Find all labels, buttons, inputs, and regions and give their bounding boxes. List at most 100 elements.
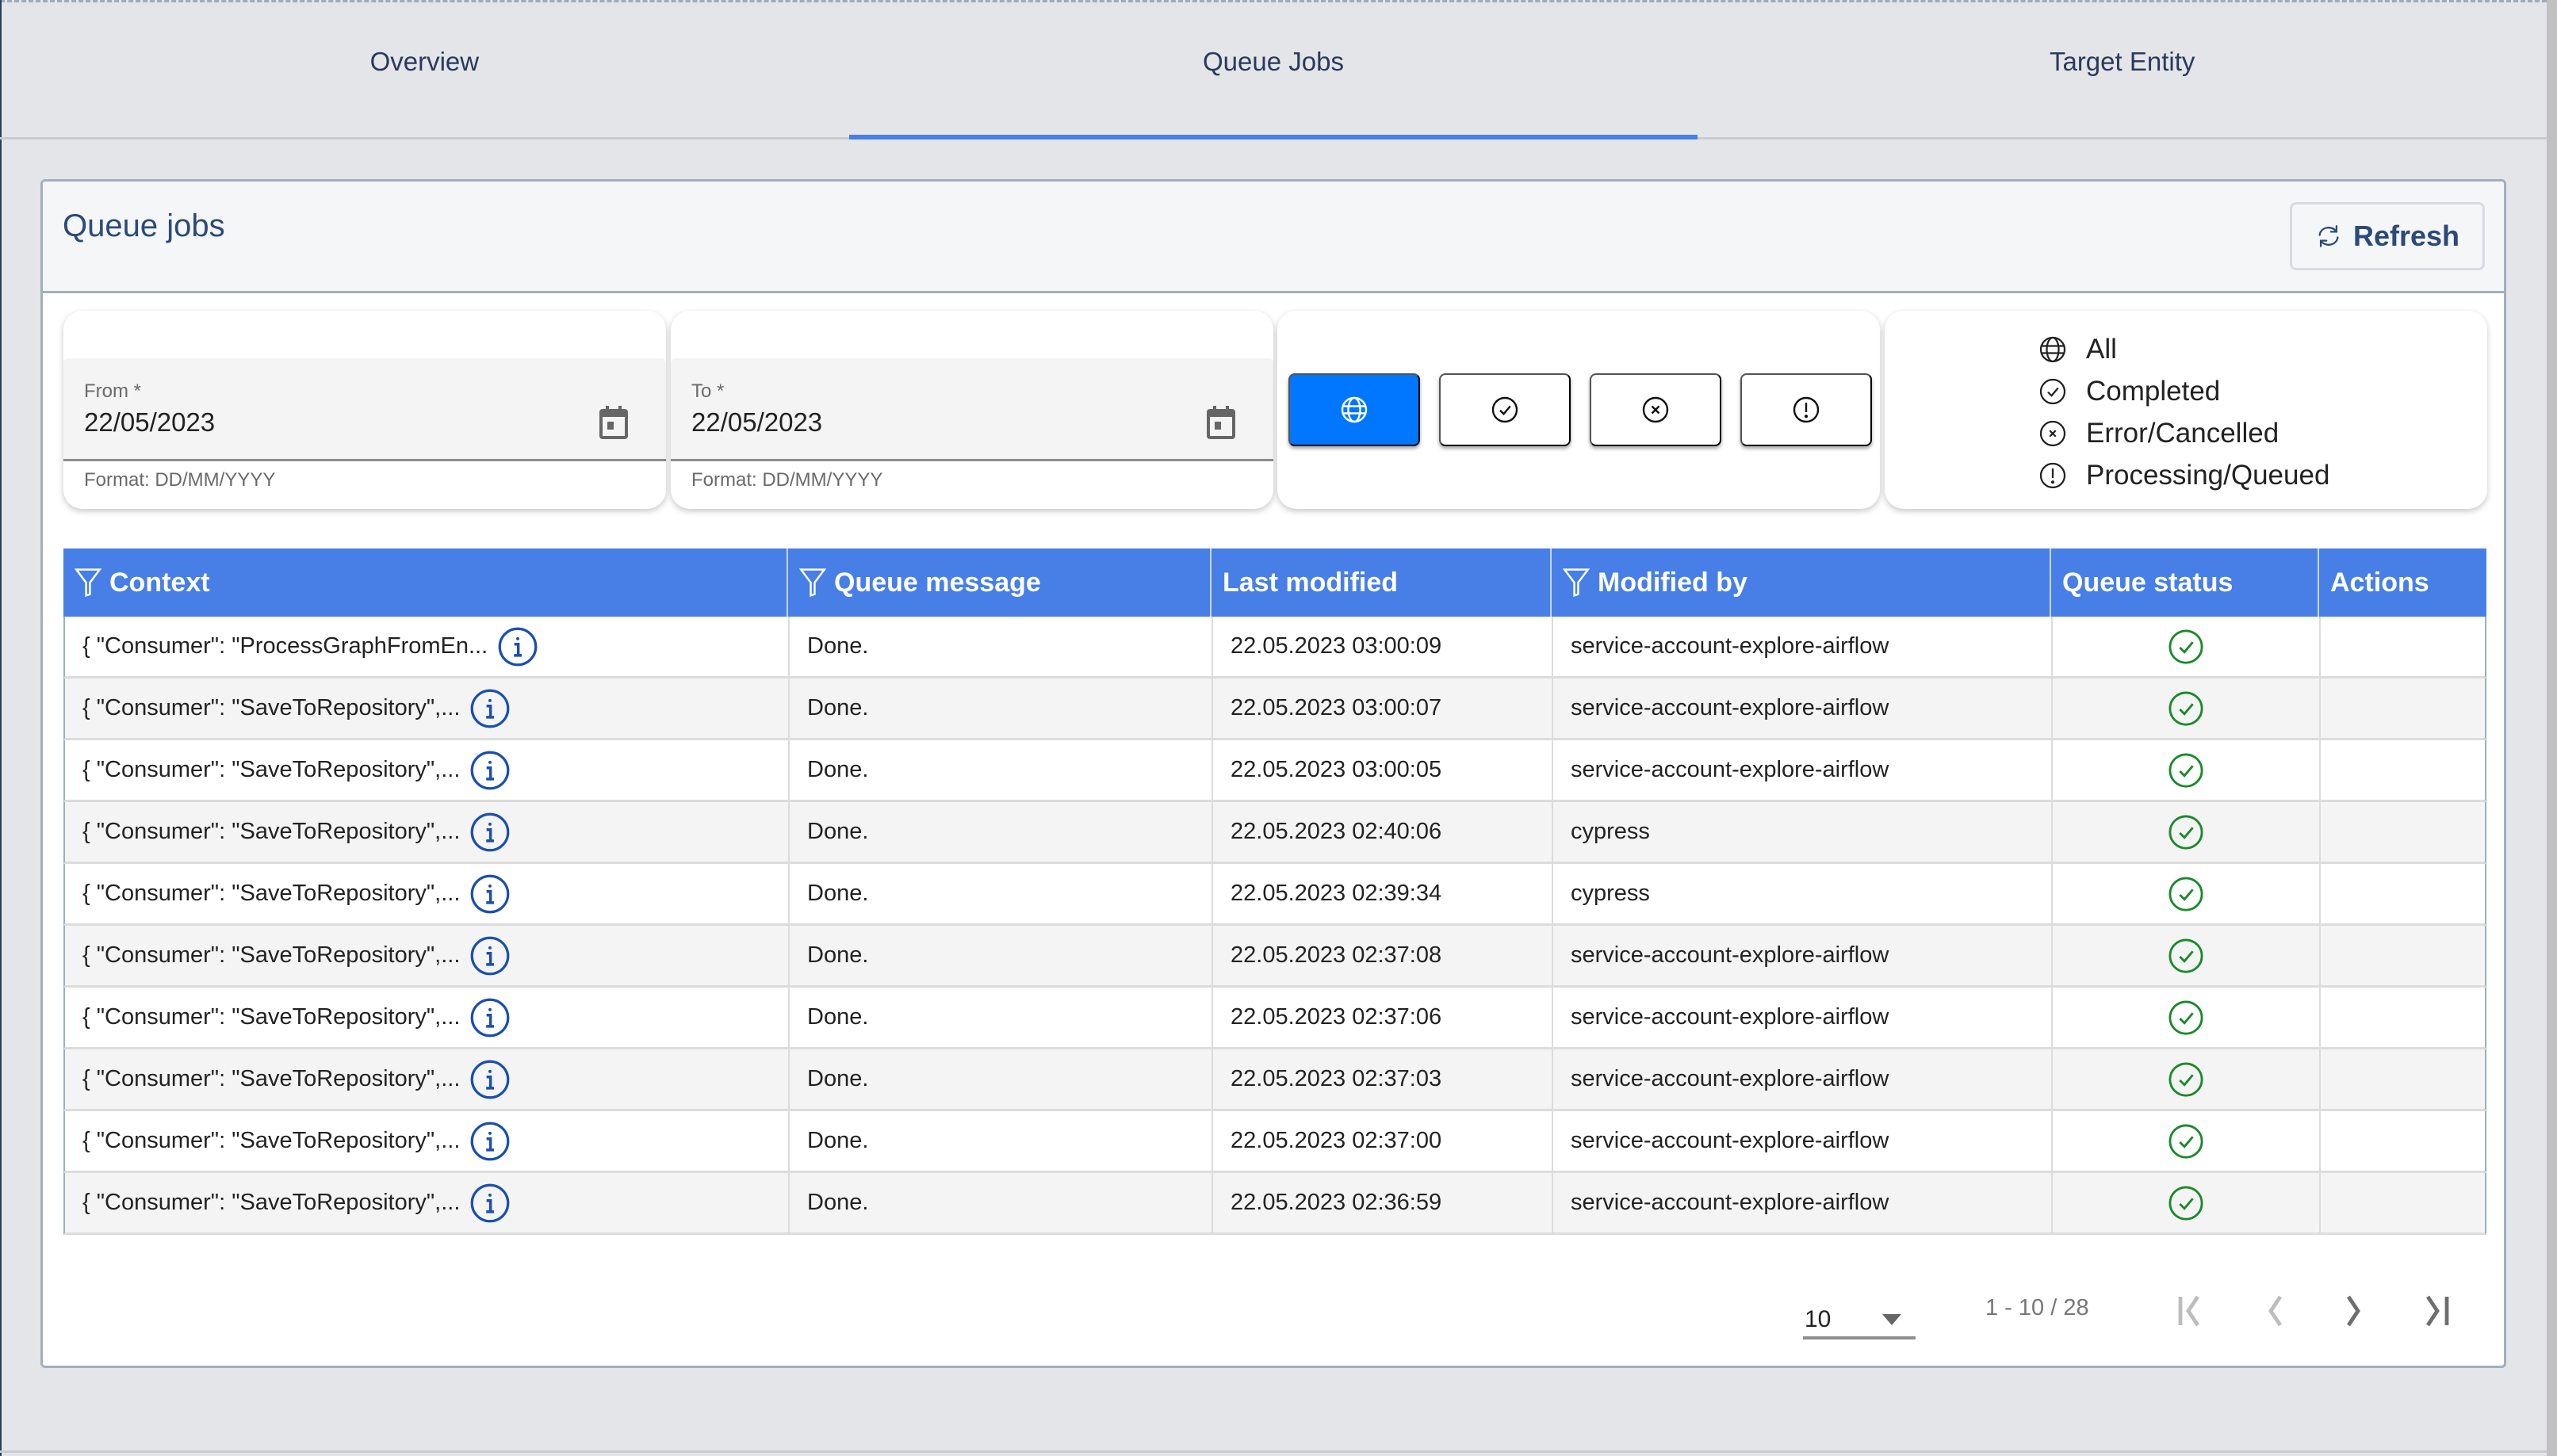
context-text: { "Consumer": "SaveToRepository",... (82, 695, 461, 720)
toggle-completed-button[interactable] (1439, 373, 1571, 446)
modified-by-cell: service-account-explore-airflow (1553, 988, 2053, 1047)
from-date-field[interactable]: From * (63, 358, 666, 461)
legend-label: Completed (2086, 375, 2221, 407)
context-cell: { "Consumer": "SaveToRepository",... (65, 802, 790, 862)
info-icon[interactable] (469, 997, 511, 1038)
table-row[interactable]: { "Consumer": "SaveToRepository",... Don… (63, 1049, 2486, 1111)
column-header-queue-status[interactable]: Queue status (2051, 548, 2319, 617)
column-header-context[interactable]: Context (63, 548, 788, 617)
queue-message-cell: Done. (790, 678, 1213, 738)
table-header: Context Queue message Last modified Modi… (63, 548, 2486, 617)
table-row[interactable]: { "Consumer": "SaveToRepository",... Don… (63, 864, 2486, 926)
to-date-input[interactable] (691, 407, 1167, 438)
from-date-input[interactable] (84, 407, 560, 438)
info-icon[interactable] (469, 812, 511, 853)
toggle-processing-button[interactable] (1740, 373, 1872, 446)
context-text: { "Consumer": "ProcessGraphFromEn... (82, 633, 488, 659)
column-label: Actions (2330, 567, 2429, 598)
info-icon[interactable] (469, 1183, 511, 1224)
from-date-card: From * Format: DD/MM/YYYY (63, 311, 666, 509)
pagination: 10 1 - 10 / 28 (43, 1286, 2504, 1365)
completed-status-icon (2168, 752, 2203, 788)
column-header-actions: Actions (2319, 548, 2483, 617)
actions-cell (2321, 988, 2485, 1047)
modified-by-cell: service-account-explore-airflow (1553, 740, 2053, 800)
tab-overview[interactable]: Overview (0, 0, 849, 137)
context-cell: { "Consumer": "SaveToRepository",... (65, 926, 790, 985)
info-icon[interactable] (497, 626, 538, 667)
queue-status-cell (2053, 1173, 2321, 1232)
context-text: { "Consumer": "SaveToRepository",... (82, 757, 461, 782)
last-page-button[interactable] (2412, 1292, 2453, 1330)
first-page-button[interactable] (2176, 1292, 2217, 1330)
toggle-error-button[interactable] (1590, 373, 1721, 446)
bottom-divider (0, 1450, 2547, 1453)
tab-target-entity[interactable]: Target Entity (1698, 0, 2547, 137)
page-size-select[interactable]: 10 (1803, 1303, 1916, 1339)
table-row[interactable]: { "Consumer": "SaveToRepository",... Don… (63, 678, 2486, 740)
info-icon[interactable] (469, 1121, 511, 1162)
legend-item-processing: Processing/Queued (2038, 454, 2329, 496)
completed-status-icon (2168, 876, 2203, 911)
filter-icon[interactable] (75, 568, 101, 597)
info-icon[interactable] (469, 688, 511, 729)
info-icon[interactable] (469, 1059, 511, 1100)
chevron-left-icon (2268, 1295, 2282, 1327)
globe-icon (1341, 396, 1368, 423)
to-date-field[interactable]: To * (671, 358, 1273, 461)
table-row[interactable]: { "Consumer": "SaveToRepository",... Don… (63, 802, 2486, 864)
refresh-button[interactable]: Refresh (2290, 202, 2485, 270)
last-modified-cell: 22.05.2023 02:40:06 (1213, 802, 1553, 862)
queue-status-cell (2053, 802, 2321, 862)
dropdown-arrow-icon (1882, 1314, 1901, 1325)
tab-queue-jobs[interactable]: Queue Jobs (848, 0, 1698, 139)
modified-by-cell: service-account-explore-airflow (1553, 1173, 2053, 1232)
info-icon[interactable] (469, 935, 511, 976)
legend-label: Processing/Queued (2086, 459, 2330, 491)
table-row[interactable]: { "Consumer": "SaveToRepository",... Don… (63, 1173, 2486, 1235)
page-title: Queue jobs (63, 208, 225, 243)
column-header-last-modified[interactable]: Last modified (1212, 548, 1552, 617)
modified-by-cell: service-account-explore-airflow (1553, 1111, 2053, 1171)
modified-by-cell: service-account-explore-airflow (1553, 1049, 2053, 1109)
page-scrollbar[interactable] (2547, 0, 2557, 1456)
status-legend: All Completed Error/Cancelled Processing… (2038, 328, 2329, 496)
column-label: Context (109, 567, 210, 598)
table-row[interactable]: { "Consumer": "SaveToRepository",... Don… (63, 926, 2486, 988)
completed-status-icon (2168, 1061, 2203, 1097)
filter-icon[interactable] (799, 568, 826, 597)
last-modified-cell: 22.05.2023 03:00:07 (1213, 678, 1553, 738)
completed-status-icon (2168, 690, 2203, 726)
filter-icon[interactable] (1563, 568, 1590, 597)
calendar-icon[interactable] (1205, 403, 1237, 441)
legend-item-all: All (2038, 328, 2329, 370)
column-header-queue-message[interactable]: Queue message (788, 548, 1212, 617)
left-edge (0, 0, 2, 1456)
last-modified-cell: 22.05.2023 02:37:08 (1213, 926, 1553, 985)
column-header-modified-by[interactable]: Modified by (1552, 548, 2051, 617)
table-row[interactable]: { "Consumer": "SaveToRepository",... Don… (63, 988, 2486, 1049)
info-icon[interactable] (469, 873, 511, 915)
calendar-icon[interactable] (598, 403, 630, 441)
table-row[interactable]: { "Consumer": "SaveToRepository",... Don… (63, 1111, 2486, 1173)
chevron-right-icon (2347, 1295, 2360, 1327)
table-row[interactable]: { "Consumer": "ProcessGraphFromEn... Don… (63, 617, 2486, 678)
last-modified-cell: 22.05.2023 02:37:00 (1213, 1111, 1553, 1171)
card-header: Queue jobs Refresh (43, 182, 2504, 293)
column-label: Last modified (1223, 567, 1399, 598)
queue-status-cell (2053, 1049, 2321, 1109)
actions-cell (2321, 1173, 2485, 1232)
completed-status-icon (2168, 999, 2203, 1035)
next-page-button[interactable] (2333, 1292, 2374, 1330)
toggle-all-button[interactable] (1288, 373, 1420, 446)
info-icon[interactable] (469, 750, 511, 791)
completed-status-icon (2168, 1123, 2203, 1159)
exclamation-circle-icon (2039, 462, 2066, 488)
table-row[interactable]: { "Consumer": "SaveToRepository",... Don… (63, 740, 2486, 802)
x-circle-icon (2039, 420, 2066, 446)
context-cell: { "Consumer": "SaveToRepository",... (65, 1049, 790, 1109)
context-cell: { "Consumer": "SaveToRepository",... (65, 1111, 790, 1171)
previous-page-button[interactable] (2255, 1292, 2296, 1330)
actions-cell (2321, 1111, 2485, 1171)
last-page-icon (2426, 1295, 2449, 1327)
